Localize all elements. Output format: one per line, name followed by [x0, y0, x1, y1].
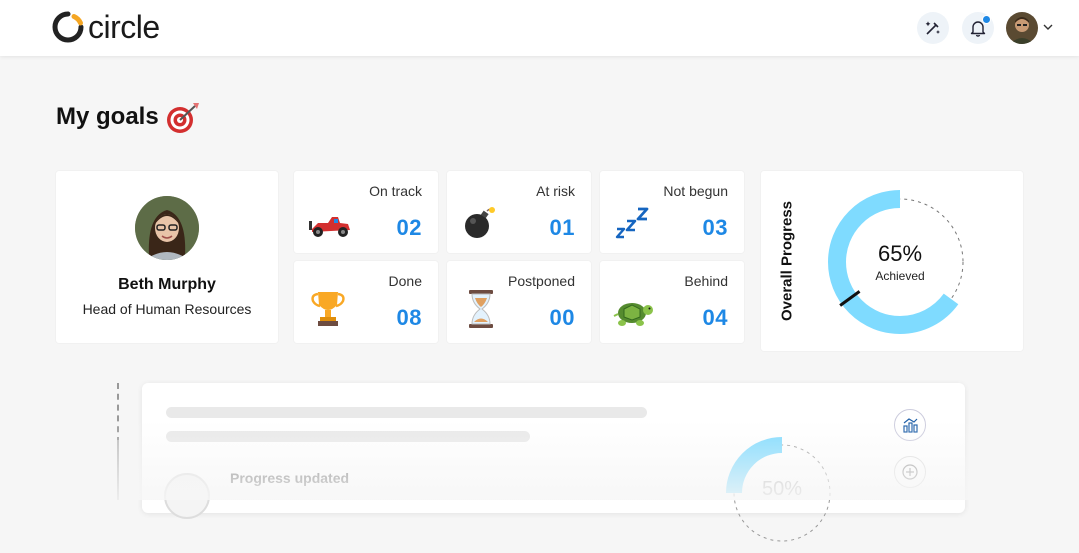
- stat-label: Postponed: [508, 273, 575, 289]
- notification-dot: [982, 15, 991, 24]
- stat-card-postponed[interactable]: Postponed 00: [447, 261, 591, 343]
- overall-achieved-label: Achieved: [875, 269, 925, 283]
- profile-photo: [135, 196, 199, 260]
- stat-value: 08: [396, 305, 422, 330]
- activity-card: Progress updated 50%: [142, 383, 965, 542]
- skeleton-line: [166, 407, 647, 418]
- stat-card-on-track[interactable]: On track 02: [294, 171, 438, 253]
- turtle-icon: [613, 303, 653, 326]
- profile-card: Beth Murphy Head of Human Resources: [56, 171, 278, 343]
- stat-label: Behind: [684, 273, 728, 289]
- activity-avatar: [164, 473, 210, 519]
- stat-label: Done: [388, 273, 422, 289]
- magic-wand-icon: [925, 21, 940, 35]
- activity-event-text: Progress updated: [230, 470, 350, 486]
- profile-avatar: [135, 196, 199, 260]
- stat-label: On track: [369, 183, 422, 199]
- stat-label: At risk: [536, 183, 575, 199]
- stat-value: 00: [549, 305, 575, 330]
- skeleton-line: [166, 431, 530, 442]
- avatar-image: [1006, 12, 1038, 44]
- stat-value: 01: [549, 215, 575, 240]
- stat-card-done[interactable]: Done 08: [294, 261, 438, 343]
- circle-logo-icon: [52, 11, 84, 43]
- brand-name: circle: [88, 9, 160, 45]
- hourglass-icon: [469, 290, 493, 328]
- chevron-down-icon[interactable]: [1042, 21, 1054, 33]
- plus-circle-icon: [902, 464, 918, 480]
- brand-logo[interactable]: circle: [52, 10, 160, 44]
- profile-role: Head of Human Resources: [82, 301, 252, 317]
- stat-label: Not begun: [663, 183, 728, 199]
- timeline-dashed-line: [117, 383, 119, 443]
- page-title: My goals: [56, 103, 159, 130]
- race-car-icon: [309, 217, 350, 237]
- stat-card-behind[interactable]: Behind 04: [600, 261, 744, 343]
- trophy-icon: [311, 292, 345, 326]
- zzz-icon: [615, 207, 649, 239]
- chart-button[interactable]: [894, 409, 926, 441]
- bomb-icon: [465, 207, 495, 238]
- overall-progress-card: Overall Progress 65% Achieved: [761, 171, 1023, 351]
- stat-card-not-begun[interactable]: Not begun 03: [600, 171, 744, 253]
- bar-chart-icon: [903, 418, 918, 433]
- stat-value: 02: [396, 215, 422, 240]
- activity-percent: 50%: [761, 478, 803, 500]
- stat-card-at-risk[interactable]: At risk 01: [447, 171, 591, 253]
- stat-value: 03: [702, 215, 728, 240]
- profile-name: Beth Murphy: [118, 276, 216, 293]
- top-bar: circle: [0, 0, 1079, 56]
- stat-value: 04: [702, 305, 728, 330]
- notifications-button[interactable]: [962, 12, 994, 44]
- add-button[interactable]: [894, 456, 926, 488]
- user-avatar[interactable]: [1006, 12, 1038, 44]
- magic-wand-button[interactable]: [917, 12, 949, 44]
- overall-percent: 65%: [877, 241, 923, 266]
- overall-progress-label: Overall Progress: [778, 200, 796, 322]
- target-emoji-icon: [167, 103, 199, 133]
- timeline-line: [117, 440, 119, 500]
